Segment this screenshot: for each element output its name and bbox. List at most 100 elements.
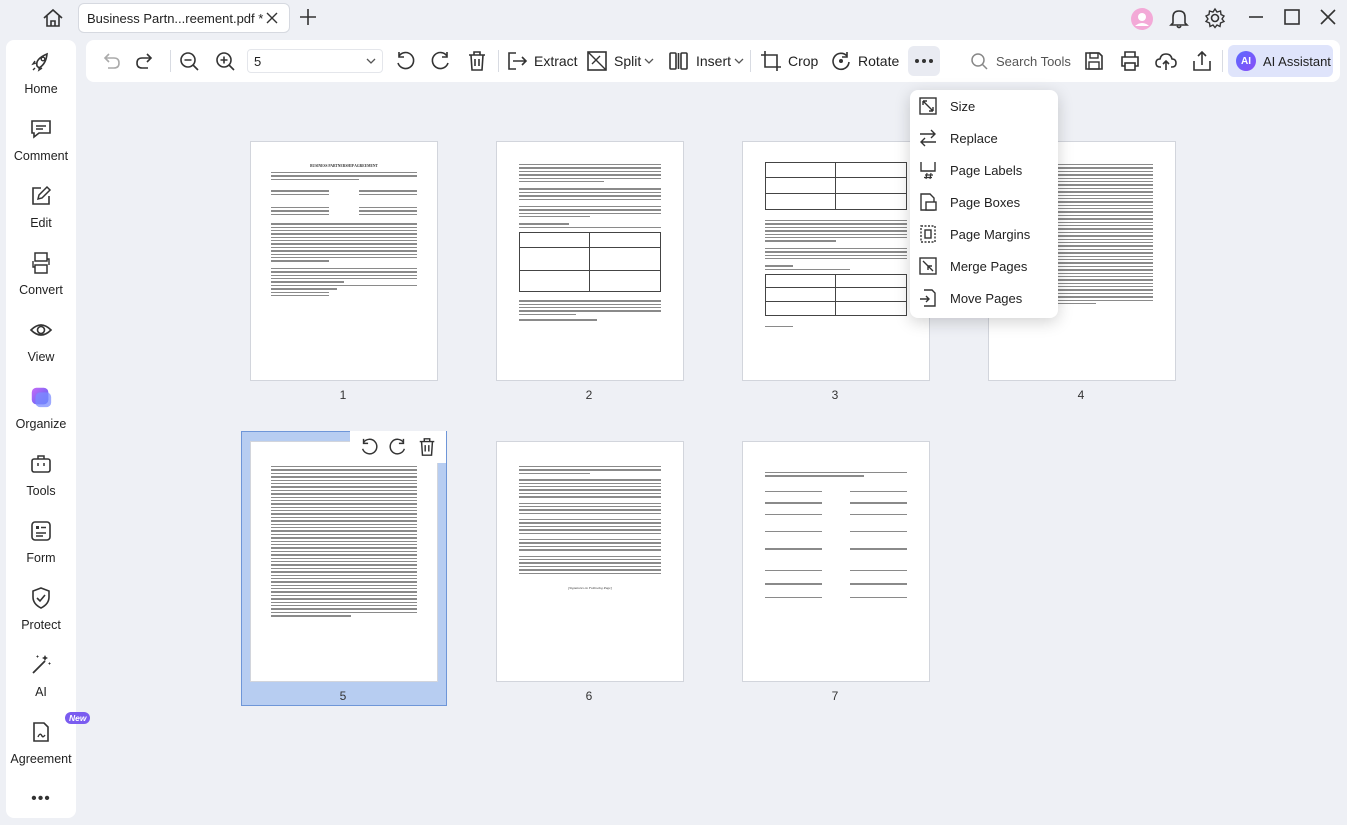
close-tab-icon[interactable] (265, 11, 279, 25)
insert-icon (669, 52, 688, 70)
chevron-down-icon (734, 58, 744, 64)
extract-icon (508, 52, 528, 70)
menu-item-page-margins[interactable]: Page Margins (910, 218, 1058, 250)
toolbar-divider (750, 50, 751, 72)
rotate-left-button[interactable] (394, 49, 422, 73)
print-button[interactable] (1119, 49, 1147, 73)
rotate-right-button[interactable] (430, 49, 458, 73)
ai-logo-icon: AI (1236, 51, 1256, 71)
search-placeholder: Search Tools (996, 53, 1071, 69)
merge-pages-icon (919, 257, 937, 275)
new-tab-icon[interactable] (298, 7, 318, 27)
menu-item-label: Size (950, 98, 976, 114)
home-icon[interactable] (40, 6, 66, 30)
search-tools[interactable]: Search Tools (970, 49, 1071, 73)
sidebar-item-comment[interactable]: Comment (6, 117, 76, 179)
sidebar-more-button[interactable]: ••• (6, 790, 76, 808)
agreement-icon: New (29, 712, 91, 744)
page-number-label: 5 (339, 689, 347, 703)
menu-item-move-pages[interactable]: Move Pages (910, 282, 1058, 314)
sidebar-item-view[interactable]: View (6, 318, 76, 380)
rotate-icon (832, 52, 850, 71)
redo-icon (136, 53, 153, 69)
menu-item-size[interactable]: Size (910, 90, 1058, 122)
maximize-icon[interactable] (1282, 7, 1302, 27)
ai-assistant-button[interactable]: AI AI Assistant (1228, 45, 1333, 77)
undo-button[interactable] (100, 49, 128, 73)
rotate-right-icon[interactable] (388, 437, 408, 457)
page-thumbnail-1[interactable]: BUSINESS PARTNERSHIP AGREEMENT (250, 141, 438, 381)
cloud-upload-button[interactable] (1155, 49, 1183, 73)
close-window-icon[interactable] (1318, 7, 1338, 27)
menu-item-label: Page Labels (950, 162, 1023, 178)
rotate-left-icon (397, 51, 415, 70)
sidebar-item-ai[interactable]: AI (6, 653, 76, 715)
menu-item-label: Page Boxes (950, 194, 1021, 210)
menu-item-merge-pages[interactable]: Merge Pages (910, 250, 1058, 282)
sidebar-item-home[interactable]: Home (6, 50, 76, 112)
avatar[interactable] (1130, 7, 1154, 31)
toolbar-divider (170, 50, 171, 72)
menu-item-page-boxes[interactable]: Page Boxes (910, 186, 1058, 218)
eye-icon (29, 318, 53, 342)
page-number-select[interactable]: 5 (247, 49, 383, 73)
sidebar-item-protect[interactable]: Protect (6, 586, 76, 648)
split-label: Split (614, 53, 642, 69)
rotate-button[interactable]: Rotate (830, 49, 899, 73)
minimize-icon[interactable] (1246, 7, 1266, 27)
page-number-label: 1 (339, 388, 347, 402)
zoom-out-button[interactable] (178, 49, 206, 73)
sidebar-item-tools[interactable]: Tools (6, 452, 76, 514)
sidebar-item-label: Convert (19, 283, 63, 297)
save-button[interactable] (1083, 49, 1111, 73)
sidebar-item-organize[interactable]: Organize (6, 385, 76, 447)
sidebar-item-label: Comment (13, 149, 69, 163)
document-tab[interactable]: Business Partn...reement.pdf * (78, 3, 290, 33)
menu-item-page-labels[interactable]: Page Labels (910, 154, 1058, 186)
bell-icon[interactable] (1168, 7, 1190, 29)
delete-page-button[interactable] (466, 49, 494, 73)
sidebar-item-label: Form (26, 551, 56, 565)
sidebar-item-label: AI (35, 685, 47, 699)
sidebar-item-label: Agreement (10, 752, 72, 766)
ai-assistant-label: AI Assistant (1263, 53, 1331, 69)
sidebar-item-form[interactable]: Form (6, 519, 76, 581)
page-number-label: 6 (585, 689, 593, 703)
split-button[interactable]: Split (586, 49, 660, 73)
page-thumbnail-5[interactable] (250, 441, 438, 682)
sidebar-item-agreement[interactable]: New Agreement (6, 712, 91, 782)
save-icon (1085, 52, 1103, 70)
page-thumbnail-3[interactable] (742, 141, 930, 381)
page-thumbnail-7[interactable] (742, 441, 930, 682)
undo-icon (103, 53, 120, 69)
page-thumbnail-2[interactable] (496, 141, 684, 381)
search-icon (971, 53, 988, 70)
gear-icon[interactable] (1204, 7, 1226, 29)
toolbox-icon (29, 452, 53, 476)
menu-item-replace[interactable]: Replace (910, 122, 1058, 154)
page-1-title: BUSINESS PARTNERSHIP AGREEMENT (310, 164, 378, 168)
organize-icon (29, 385, 53, 409)
extract-button[interactable]: Extract (506, 49, 578, 73)
trash-icon[interactable] (417, 437, 437, 457)
insert-button[interactable]: Insert (668, 49, 750, 73)
page-number-label: 3 (831, 388, 839, 402)
form-icon (29, 519, 53, 543)
page-number-label: 7 (831, 689, 839, 703)
share-button[interactable] (1191, 49, 1219, 73)
toolbar-divider (498, 50, 499, 72)
trash-icon (469, 51, 485, 71)
zoom-in-button[interactable] (214, 49, 242, 73)
redo-button[interactable] (134, 49, 162, 73)
sidebar-item-convert[interactable]: Convert (6, 251, 76, 313)
sidebar-item-edit[interactable]: Edit (6, 184, 76, 246)
rocket-icon (29, 50, 53, 74)
more-options-button[interactable] (908, 46, 940, 76)
crop-button[interactable]: Crop (760, 49, 818, 73)
page-thumbnail-6[interactable]: [Signatures on Following Page] (496, 441, 684, 682)
ellipsis-icon (915, 59, 933, 63)
rotate-left-icon[interactable] (359, 437, 379, 457)
page-margins-icon (920, 225, 936, 243)
menu-item-label: Merge Pages (950, 258, 1028, 274)
crop-icon (761, 51, 781, 71)
